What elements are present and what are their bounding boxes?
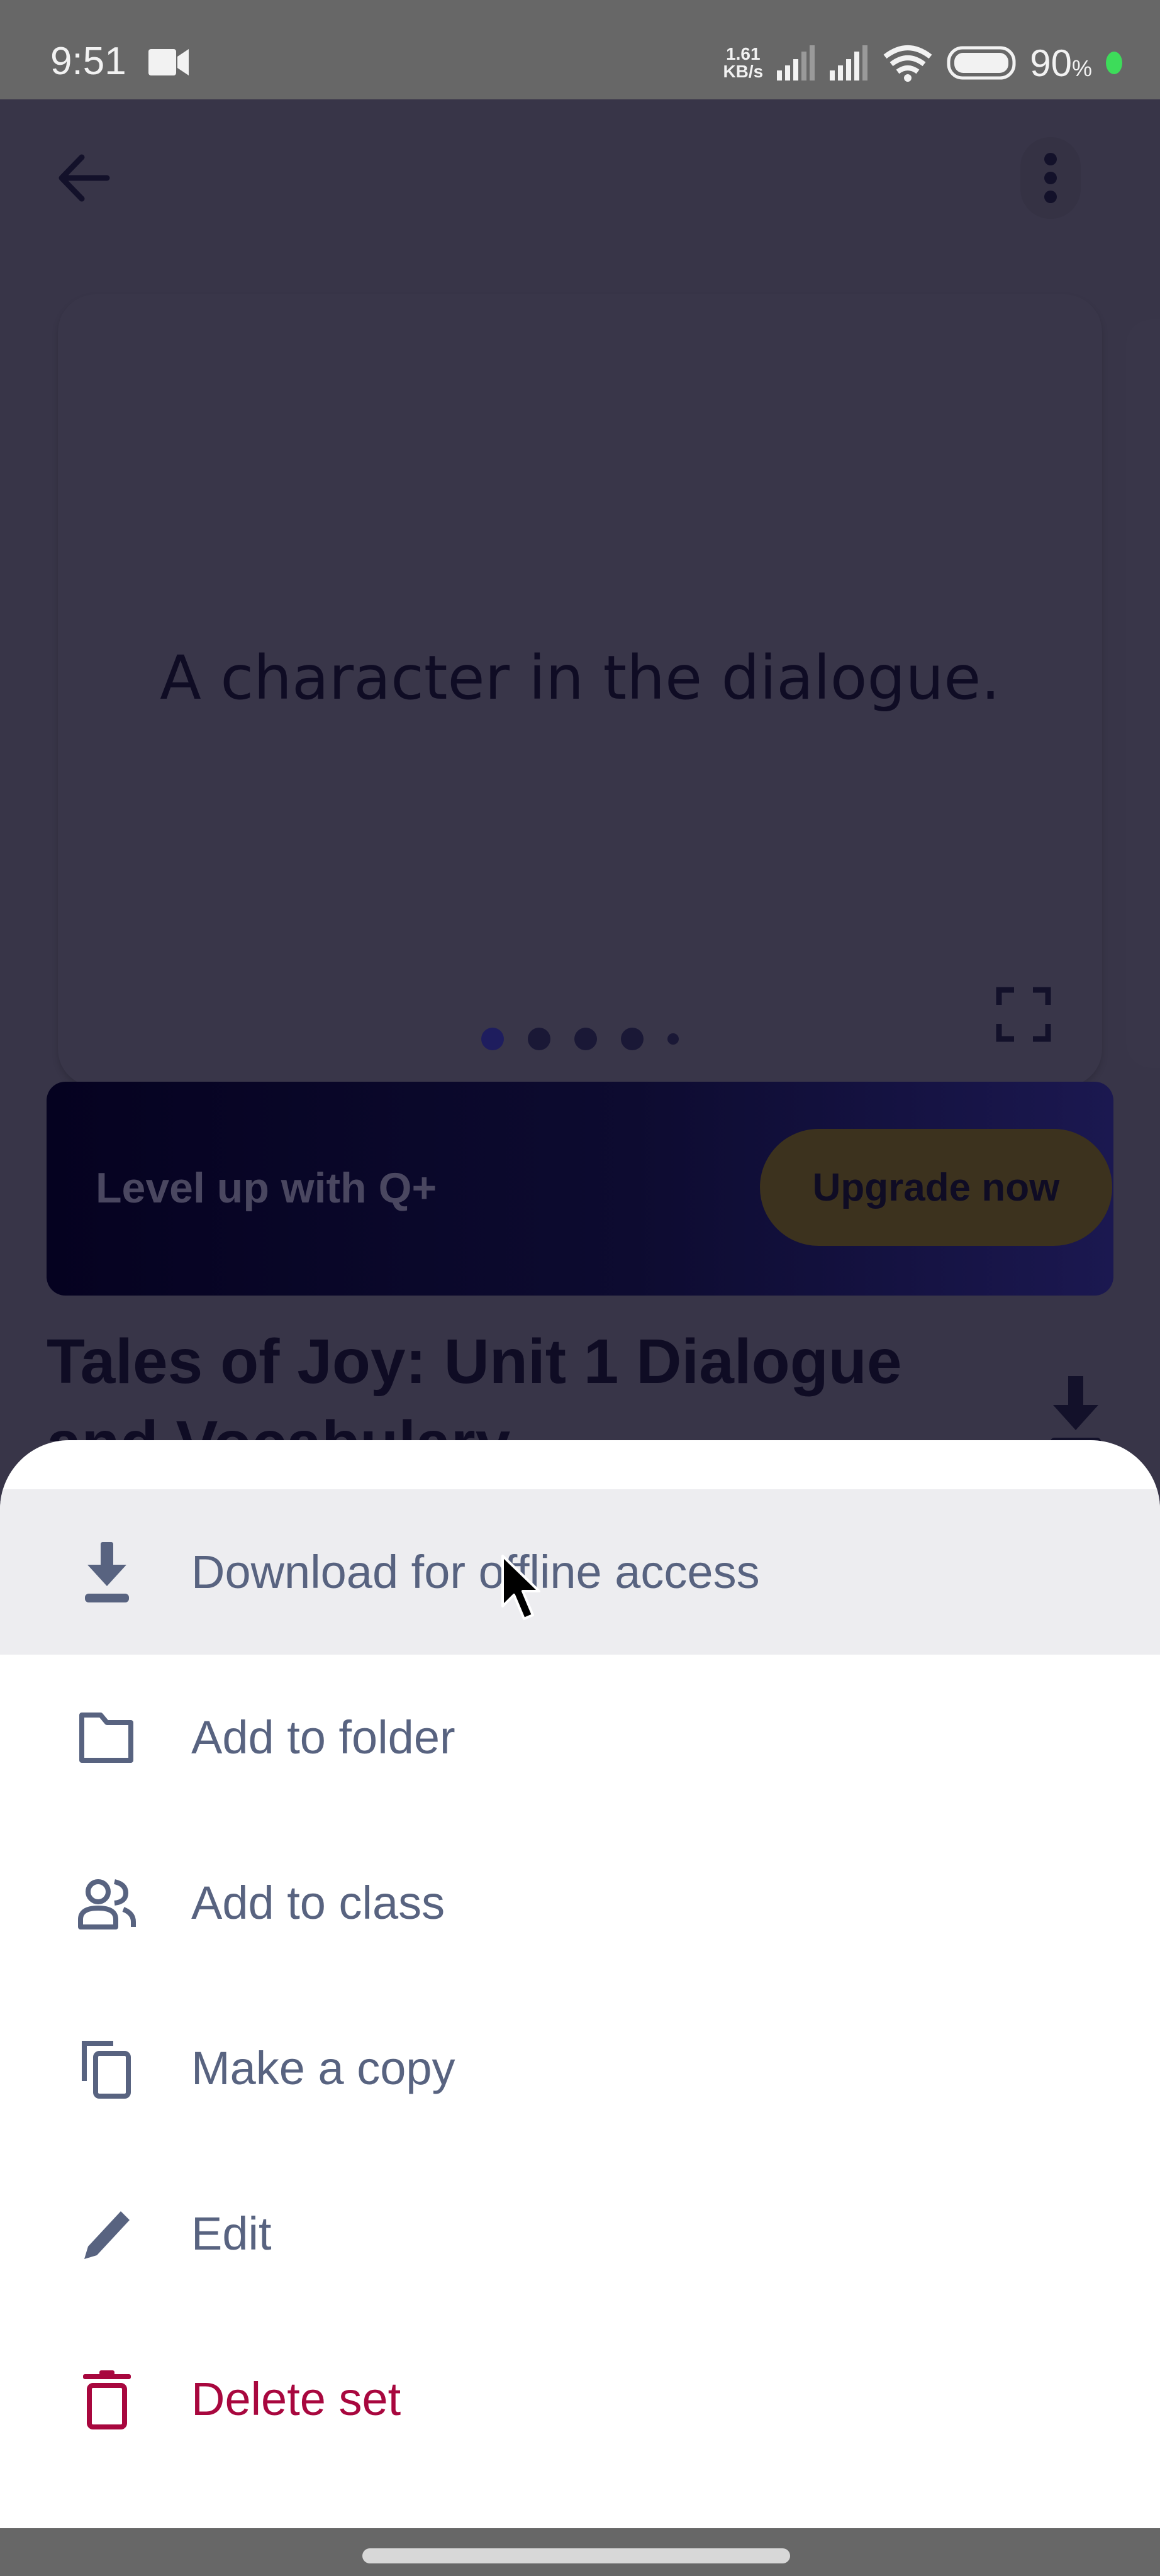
battery-percent: 90% [1030,42,1092,84]
menu-item-delete-set[interactable]: Delete set [0,2316,1160,2482]
options-menu: Download for offline access Add to folde… [0,1489,1160,2482]
menu-item-label: Delete set [191,2373,401,2425]
back-arrow-icon[interactable] [50,143,120,213]
wifi-icon [883,45,932,82]
top-app-bar [0,99,1160,244]
carousel-dot-active [481,1028,504,1050]
flashcard[interactable]: A character in the dialogue. [58,294,1102,1087]
folder-icon [75,1706,138,1769]
home-gesture-handle[interactable] [362,2548,790,2563]
carousel-indicator [0,1028,1160,1050]
network-speed: 1.61 KB/s [723,45,763,80]
carousel-dot [574,1028,597,1050]
menu-item-add-to-folder[interactable]: Add to folder [0,1655,1160,1820]
battery-icon [947,46,1016,80]
system-navigation-bar [0,2528,1160,2576]
menu-item-make-copy[interactable]: Make a copy [0,1985,1160,2151]
flashcard-text: A character in the dialogue. [160,643,1000,713]
menu-item-label: Download for offline access [191,1546,760,1598]
options-bottom-sheet: Download for offline access Add to folde… [0,1440,1160,2528]
download-icon [75,1541,138,1604]
signal-icon [777,45,815,80]
menu-item-label: Add to folder [191,1711,455,1763]
network-speed-unit: KB/s [723,62,764,81]
upgrade-now-button[interactable]: Upgrade now [760,1129,1112,1246]
carousel-dot [621,1028,644,1050]
trash-icon [75,2368,138,2431]
status-bar: 9:51 1.61 KB/s 90% [0,0,1160,99]
network-speed-value: 1.61 [726,44,761,64]
download-icon[interactable] [1044,1370,1107,1452]
pencil-icon [75,2202,138,2265]
more-vert-icon [1044,153,1057,203]
menu-item-label: Edit [191,2207,272,2260]
screen-record-icon [148,49,189,75]
more-options-button[interactable] [1020,137,1081,219]
people-icon [75,1872,138,1935]
privacy-indicator-dot [1106,52,1122,74]
menu-item-label: Add to class [191,1877,445,1929]
menu-item-add-to-class[interactable]: Add to class [0,1820,1160,1985]
menu-item-edit[interactable]: Edit [0,2151,1160,2316]
next-flashcard-peek[interactable] [1126,319,1160,1068]
copy-icon [75,2037,138,2100]
menu-item-label: Make a copy [191,2042,455,2094]
carousel-dot [667,1033,679,1045]
upgrade-banner: Level up with Q+ Upgrade now [47,1082,1113,1296]
banner-text: Level up with Q+ [96,1164,437,1212]
mouse-pointer-icon [501,1555,540,1620]
carousel-dot [528,1028,550,1050]
menu-item-download-offline[interactable]: Download for offline access [0,1489,1160,1655]
signal-icon-2 [830,45,868,80]
status-time: 9:51 [50,40,126,83]
